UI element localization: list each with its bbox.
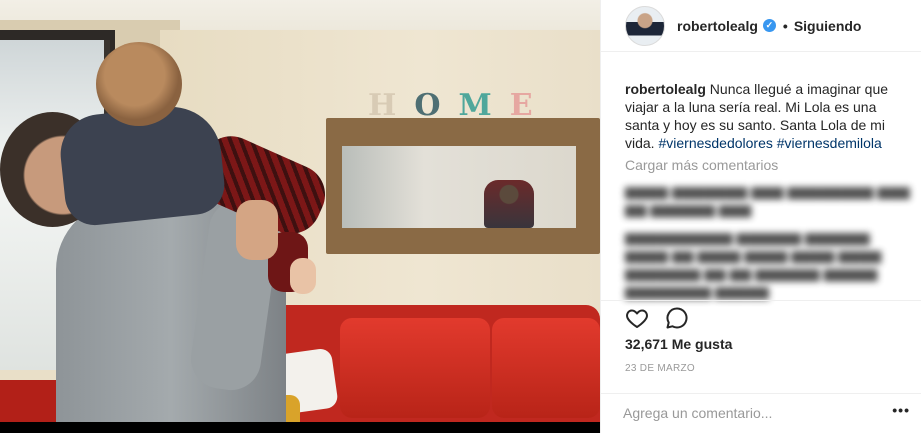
avatar[interactable] [625,5,665,46]
caption-username[interactable]: robertolealg [625,81,706,97]
header-username[interactable]: robertolealg [677,18,758,34]
photo-bottom-edge [0,422,600,433]
more-options-icon[interactable]: ••• [892,402,910,418]
comment-input[interactable] [623,402,863,424]
heart-outline-icon[interactable] [623,304,651,332]
photo-sofa-cushion [492,318,600,418]
verified-badge-icon: ✓ [762,19,776,32]
load-more-comments-link[interactable]: Cargar más comentarios [625,157,778,173]
photo-mirror-reflection [484,180,534,228]
header-separator: • [782,17,788,34]
photo-man-hand [236,200,278,260]
likes-count[interactable]: 32,671 Me gusta [625,336,732,352]
post-header: robertolealg ✓ • Siguiendo [601,0,921,52]
following-button[interactable]: Siguiendo [794,18,862,34]
speech-bubble-icon[interactable] [663,304,691,332]
add-comment-bar: ••• [601,393,921,433]
blurred-comment: ▆▆▆▆ ▆▆▆▆▆▆▆ ▆▆▆ ▆▆▆▆▆▆▆▆ ▆▆▆ ▆▆ ▆▆▆▆▆▆ … [625,183,910,217]
post-actions: 32,671 Me gusta 23 DE MARZO ••• [601,300,921,433]
caption-hashtag[interactable]: #viernesdemilola [777,135,882,151]
photo-baby-head [96,42,182,126]
caption-hashtag[interactable]: #viernesdedolores [658,135,772,151]
photo-mirror-glass [342,146,576,228]
post-sidebar: robertolealg ✓ • Siguiendo robertolealg … [600,0,921,433]
post-caption: robertolealg Nunca llegué a imaginar que… [625,80,905,152]
blurred-comment: ▆▆▆▆▆▆▆▆▆▆ ▆▆▆▆▆▆ ▆▆▆▆▆▆ ▆▆▆▆ ▆▆ ▆▆▆▆ ▆▆… [625,229,882,299]
photo-baby-foot [290,258,316,294]
photo-sofa-cushion [340,318,490,418]
post-photo[interactable]: HOME [0,0,600,433]
post-date[interactable]: 23 DE MARZO [625,363,695,374]
